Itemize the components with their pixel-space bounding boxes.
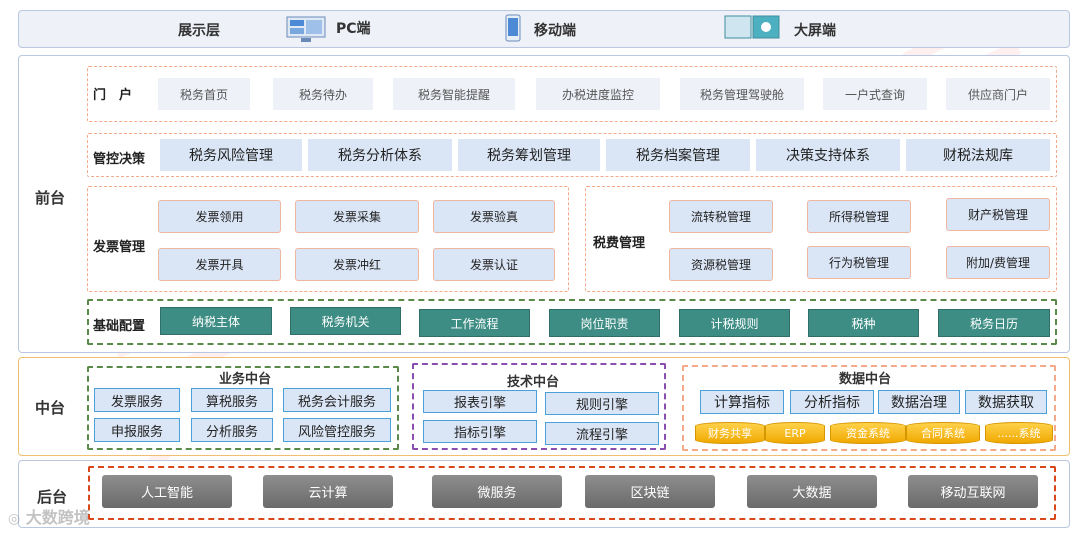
data-source-cylinder[interactable]: 合同系统 xyxy=(906,422,980,444)
data-source-cylinder[interactable]: ......系统 xyxy=(985,422,1053,444)
invoice-item[interactable]: 发票验真 xyxy=(433,200,555,233)
base-config-item[interactable]: 工作流程 xyxy=(419,309,530,337)
display-layer-label: 展示层 xyxy=(178,23,220,39)
tax-fee-label: 税费管理 xyxy=(593,235,646,251)
portal-item[interactable]: 税务智能提醒 xyxy=(393,78,515,110)
back-tech-item[interactable]: 人工智能 xyxy=(102,475,232,508)
business-service-item[interactable]: 分析服务 xyxy=(191,418,273,442)
business-service-item[interactable]: 风险管控服务 xyxy=(283,418,391,442)
display-item-pc: PC端 xyxy=(336,21,371,37)
portal-item[interactable]: 供应商门户 xyxy=(946,78,1050,110)
tech-engine-item[interactable]: 流程引擎 xyxy=(545,422,659,445)
portal-item[interactable]: 税务待办 xyxy=(273,78,373,110)
tech-engine-item[interactable]: 报表引擎 xyxy=(423,390,537,413)
back-tech-item[interactable]: 云计算 xyxy=(263,475,393,508)
business-middle-title: 业务中台 xyxy=(218,372,271,387)
data-indicator-item[interactable]: 分析指标 xyxy=(790,390,874,414)
large-screen-icon xyxy=(724,14,780,42)
control-item[interactable]: 税务筹划管理 xyxy=(458,139,600,171)
watermark-source-text: 大数跨境 xyxy=(25,508,90,527)
portal-item[interactable]: 一户式查询 xyxy=(823,78,927,110)
control-item[interactable]: 税务分析体系 xyxy=(308,139,452,171)
portal-item[interactable]: 税务管理驾驶舱 xyxy=(680,78,804,110)
data-source-cylinder[interactable]: ERP xyxy=(765,422,825,444)
base-config-item[interactable]: 纳税主体 xyxy=(160,307,272,335)
control-label: 管控决策 xyxy=(93,151,146,167)
base-config-item[interactable]: 税种 xyxy=(808,309,919,337)
back-tech-item[interactable]: 大数据 xyxy=(747,475,877,508)
invoice-item[interactable]: 发票认证 xyxy=(433,248,555,281)
data-source-cylinder[interactable]: 财务共享 xyxy=(695,422,765,444)
data-source-cylinder[interactable]: 资金系统 xyxy=(830,422,906,444)
tax-fee-item[interactable]: 附加/费管理 xyxy=(946,246,1050,279)
business-service-item[interactable]: 算税服务 xyxy=(191,388,273,412)
tax-fee-item[interactable]: 资源税管理 xyxy=(669,248,773,281)
tech-middle-title: 技术中台 xyxy=(506,375,559,390)
data-indicator-item[interactable]: 计算指标 xyxy=(700,390,784,414)
base-config-item[interactable]: 税务日历 xyxy=(938,309,1050,337)
tech-engine-item[interactable]: 指标引擎 xyxy=(423,420,537,443)
chat-bubble-icon: ◎ xyxy=(8,511,21,527)
mobile-phone-icon xyxy=(505,14,521,42)
base-config-item[interactable]: 岗位职责 xyxy=(549,309,660,337)
front-layer-label: 前台 xyxy=(34,188,65,207)
watermark-source: ◎ 大数跨境 xyxy=(8,504,90,528)
base-config-label: 基础配置 xyxy=(93,318,146,334)
portal-item[interactable]: 办税进度监控 xyxy=(536,78,660,110)
back-tech-item[interactable]: 区块链 xyxy=(585,475,715,508)
invoice-item[interactable]: 发票冲红 xyxy=(295,248,419,281)
data-indicator-item[interactable]: 数据获取 xyxy=(965,390,1047,414)
monitor-icon xyxy=(286,16,326,42)
business-service-item[interactable]: 税务会计服务 xyxy=(283,388,391,412)
data-indicator-item[interactable]: 数据治理 xyxy=(878,390,960,414)
tech-engine-item[interactable]: 规则引擎 xyxy=(545,392,659,415)
business-service-item[interactable]: 发票服务 xyxy=(94,388,180,412)
control-item[interactable]: 财税法规库 xyxy=(906,139,1050,171)
control-item[interactable]: 税务档案管理 xyxy=(606,139,750,171)
tax-fee-item[interactable]: 所得税管理 xyxy=(807,200,911,233)
invoice-item[interactable]: 发票开具 xyxy=(158,248,281,281)
base-config-item[interactable]: 计税规则 xyxy=(679,309,790,337)
invoice-label: 发票管理 xyxy=(93,239,146,255)
business-service-item[interactable]: 申报服务 xyxy=(94,418,180,442)
back-tech-item[interactable]: 移动互联网 xyxy=(908,475,1038,508)
portal-label: 门 户 xyxy=(93,87,133,103)
tax-fee-item[interactable]: 财产税管理 xyxy=(946,198,1050,231)
invoice-item[interactable]: 发票采集 xyxy=(295,200,419,233)
portal-item[interactable]: 税务首页 xyxy=(158,78,250,110)
display-item-mobile: 移动端 xyxy=(534,23,576,39)
tax-fee-item[interactable]: 流转税管理 xyxy=(669,200,773,233)
middle-layer-label: 中台 xyxy=(34,398,65,417)
base-config-item[interactable]: 税务机关 xyxy=(290,307,401,335)
control-item[interactable]: 税务风险管理 xyxy=(160,139,302,171)
display-item-large-screen: 大屏端 xyxy=(794,23,836,39)
data-middle-title: 数据中台 xyxy=(838,372,891,387)
control-item[interactable]: 决策支持体系 xyxy=(756,139,900,171)
invoice-item[interactable]: 发票领用 xyxy=(158,200,281,233)
back-tech-item[interactable]: 微服务 xyxy=(432,475,562,508)
tax-fee-item[interactable]: 行为税管理 xyxy=(807,246,911,279)
